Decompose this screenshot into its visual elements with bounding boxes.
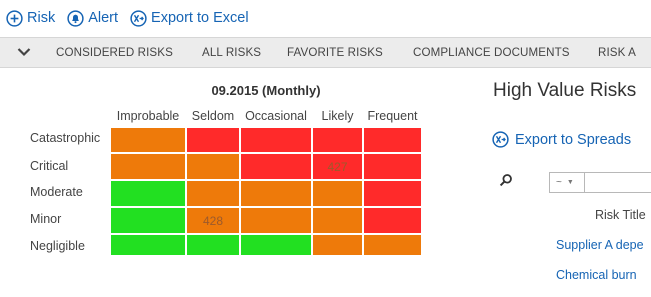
alert-label: Alert bbox=[88, 10, 119, 26]
heatmap-cell[interactable] bbox=[363, 207, 422, 234]
heatmap-cell[interactable] bbox=[240, 127, 312, 153]
heatmap-cell[interactable] bbox=[186, 127, 240, 153]
heatmap-cell[interactable] bbox=[110, 234, 186, 256]
export-to-spreadsheet-button[interactable]: Export to Spreads bbox=[492, 131, 631, 148]
export-to-spreadsheet-label: Export to Spreads bbox=[515, 131, 632, 148]
excel-export-icon bbox=[492, 131, 509, 148]
chevron-down-icon: ▼ bbox=[566, 179, 574, 186]
heatmap-row-label: Minor bbox=[30, 212, 62, 226]
heatmap-cell[interactable] bbox=[312, 207, 363, 234]
heatmap-column-header: Improbable bbox=[116, 109, 180, 123]
search-icon[interactable] bbox=[499, 173, 513, 187]
heatmap-title: 09.2015 (Monthly) bbox=[211, 83, 321, 98]
risk-title-link[interactable]: Supplier A depe bbox=[556, 238, 644, 252]
heatmap-column-header: Likely bbox=[321, 109, 354, 123]
tab-risk-a[interactable]: RISK A bbox=[598, 38, 636, 67]
heatmap-cell[interactable] bbox=[312, 180, 363, 207]
heatmap-cell[interactable] bbox=[240, 234, 312, 256]
alert-button[interactable]: Alert bbox=[67, 9, 119, 27]
heatmap-cell[interactable] bbox=[110, 127, 186, 153]
heatmap-row-label: Catastrophic bbox=[30, 131, 101, 145]
heatmap-cell[interactable] bbox=[363, 153, 422, 180]
heatmap-cell[interactable] bbox=[186, 153, 240, 180]
heatmap-cell[interactable] bbox=[110, 180, 186, 207]
heatmap-cell[interactable] bbox=[186, 234, 240, 256]
heatmap-column-header: Frequent bbox=[367, 109, 418, 123]
risk-title-link[interactable]: Chemical burn bbox=[556, 268, 637, 282]
heatmap-cell[interactable] bbox=[363, 234, 422, 256]
chevron-down-icon[interactable] bbox=[17, 46, 31, 58]
tab-considered-risks[interactable]: CONSIDERED RISKS bbox=[56, 38, 173, 67]
heatmap-cell[interactable] bbox=[110, 153, 186, 180]
heatmap-cell[interactable] bbox=[240, 180, 312, 207]
tab-compliance-documents[interactable]: COMPLIANCE DOCUMENTS bbox=[413, 38, 570, 67]
risk-heatmap: 427 428 bbox=[110, 127, 422, 256]
high-value-risks-title: High Value Risks bbox=[493, 80, 637, 101]
heatmap-cell[interactable] bbox=[363, 180, 422, 207]
heatmap-cell[interactable] bbox=[240, 207, 312, 234]
add-risk-button[interactable]: Risk bbox=[6, 9, 56, 27]
filter-input[interactable] bbox=[585, 172, 651, 193]
filter-operator-value: ~ bbox=[556, 177, 562, 188]
heatmap-cell[interactable]: 428 bbox=[186, 207, 240, 234]
heatmap-cell[interactable] bbox=[312, 127, 363, 153]
toolbar: Risk Alert Export to Excel bbox=[0, 7, 255, 29]
view-tabs-bar: CONSIDERED RISKS ALL RISKS FAVORITE RISK… bbox=[0, 37, 651, 68]
bell-circle-icon bbox=[67, 9, 84, 27]
heatmap-cell[interactable]: 427 bbox=[312, 153, 363, 180]
heatmap-row-label: Critical bbox=[30, 159, 69, 173]
tab-favorite-risks[interactable]: FAVORITE RISKS bbox=[287, 38, 383, 67]
tab-all-risks[interactable]: ALL RISKS bbox=[202, 38, 261, 67]
excel-export-icon bbox=[130, 9, 147, 27]
export-to-excel-button[interactable]: Export to Excel bbox=[130, 9, 249, 27]
heatmap-column-header: Seldom bbox=[191, 109, 235, 123]
heatmap-cell[interactable] bbox=[186, 180, 240, 207]
heatmap-row-label: Moderate bbox=[30, 185, 83, 199]
plus-circle-icon bbox=[6, 9, 23, 27]
heatmap-cell[interactable] bbox=[110, 207, 186, 234]
heatmap-column-header: Occasional bbox=[245, 109, 307, 123]
filter-operator-select[interactable]: ~ ▼ bbox=[549, 172, 585, 193]
heatmap-cell[interactable] bbox=[363, 127, 422, 153]
heatmap-row-label: Negligible bbox=[30, 239, 85, 253]
export-to-excel-label: Export to Excel bbox=[151, 10, 249, 26]
heatmap-cell[interactable] bbox=[312, 234, 363, 256]
add-risk-label: Risk bbox=[27, 10, 56, 26]
heatmap-cell[interactable] bbox=[240, 153, 312, 180]
risk-title-column-header[interactable]: Risk Title bbox=[595, 208, 646, 222]
